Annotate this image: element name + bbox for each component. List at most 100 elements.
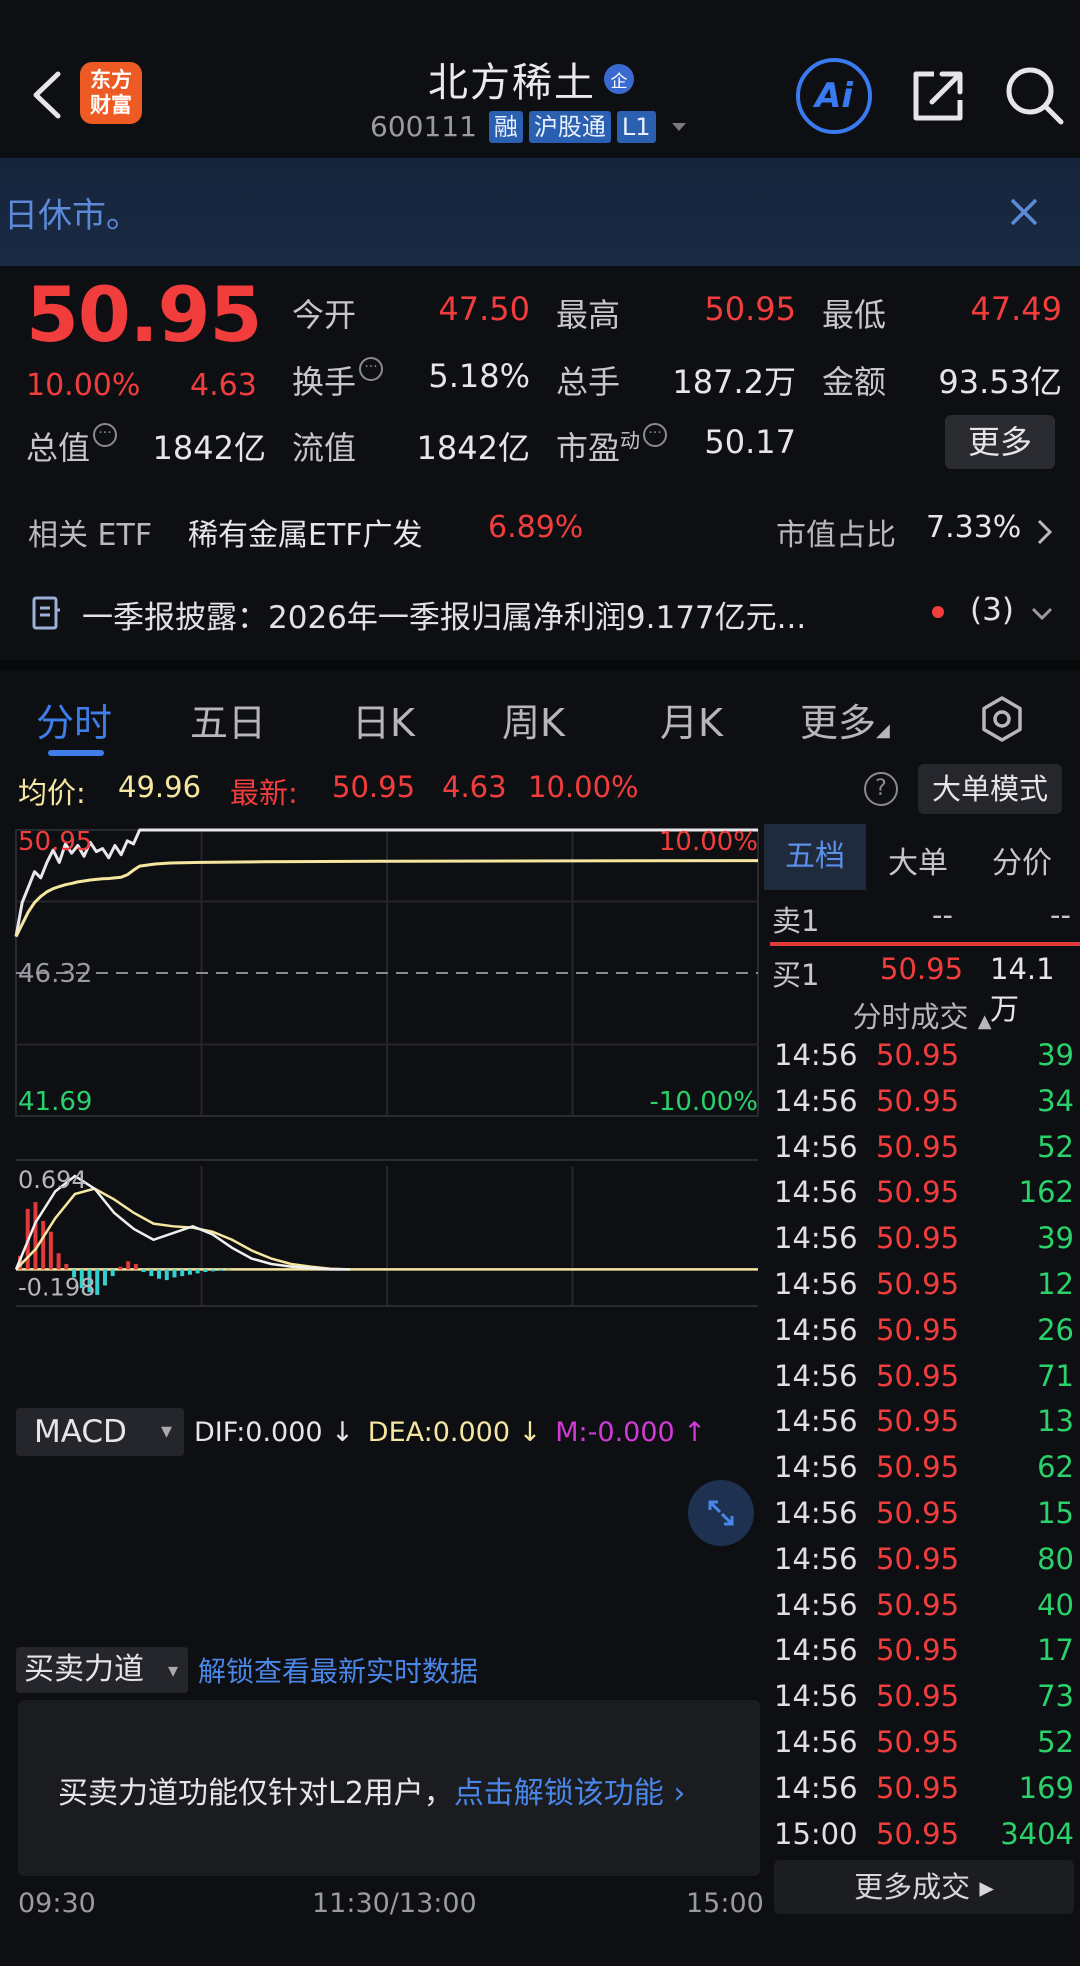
help-icon[interactable]: ? [864, 772, 898, 806]
etf-pct: 6.89% [488, 510, 584, 545]
trade-time: 14:56 [774, 1725, 858, 1759]
trade-row: 14:56 50.95 34 [770, 1084, 1080, 1124]
axis-price-top: 50.95 [18, 827, 92, 857]
buy1-row: 买1 50.95 14.1万 [772, 952, 1078, 1026]
force-unlock-link[interactable]: 点击解锁该功能 › [454, 1776, 686, 1811]
stock-subtitle[interactable]: 600111 融 沪股通 L1 [370, 110, 686, 143]
trade-price: 50.95 [876, 1267, 960, 1301]
tab-level5[interactable]: 五档 [764, 824, 866, 890]
avg-value: 49.96 [118, 770, 202, 804]
trade-row: 14:56 50.95 15 [770, 1496, 1080, 1536]
stat-label-low: 最低 [822, 296, 887, 334]
etf-share-value: 7.33% [926, 510, 1022, 545]
enterprise-badge-icon: 企 [604, 64, 634, 94]
trade-volume: 73 [1037, 1679, 1074, 1714]
trade-price: 50.95 [876, 1358, 960, 1393]
stat-label-high: 最高 [556, 296, 621, 334]
tag-connect: 沪股通 [528, 110, 611, 143]
trade-volume: 3404 [1000, 1816, 1074, 1851]
orderbook-panel: 五档 大单 分价 卖1 -- -- 买1 50.95 14.1万 分时成交 ▲ … [764, 824, 1080, 1924]
trade-time: 14:56 [774, 1038, 858, 1072]
sell1-row: 卖1 -- -- [772, 898, 1078, 942]
related-etf-row[interactable]: 相关 ETF 稀有金属ETF广发 6.89% 市值占比 7.33% [28, 510, 1058, 554]
trade-volume: 169 [1018, 1770, 1074, 1805]
ai-button[interactable]: Ai [796, 58, 872, 134]
stat-label-turnover-text: 换手 [292, 363, 357, 401]
trade-row: 14:56 50.95 162 [770, 1175, 1080, 1215]
app-logo[interactable]: 东方 财富 [80, 62, 142, 124]
tab-more[interactable]: 更多◢ [800, 692, 890, 747]
trade-row: 14:56 50.95 17 [770, 1633, 1080, 1673]
stat-label-pe: 市盈动 ··· [556, 423, 668, 469]
trade-row: 14:56 50.95 73 [770, 1679, 1080, 1719]
more-trades-button[interactable]: 更多成交 ▸ [774, 1860, 1074, 1914]
trade-price: 50.95 [876, 1083, 960, 1118]
tab-big-orders[interactable]: 大单 [888, 838, 948, 882]
trade-volume: 13 [1037, 1404, 1074, 1439]
trade-time: 14:56 [774, 1083, 858, 1118]
back-icon[interactable] [28, 70, 68, 120]
trade-time: 14:56 [774, 1450, 858, 1485]
trade-time: 14:56 [774, 1358, 858, 1393]
sell1-price: -- [932, 898, 953, 932]
stat-value-mktcap: 1842亿 [152, 429, 266, 467]
trade-row: 14:56 50.95 39 [770, 1221, 1080, 1261]
logo-text-2: 财富 [90, 93, 132, 117]
macd-dif: DIF:0.000 ↓ [194, 1416, 354, 1448]
trade-price: 50.95 [876, 1770, 960, 1805]
tab-active-indicator [48, 750, 104, 756]
tab-price-dist[interactable]: 分价 [992, 838, 1052, 882]
big-order-mode-button[interactable]: 大单模式 [918, 764, 1062, 814]
avg-label: 均价: [18, 776, 86, 810]
trade-volume: 17 [1037, 1633, 1074, 1668]
trade-time: 14:56 [774, 1679, 858, 1714]
logo-text-1: 东方 [90, 68, 132, 92]
tab-intraday[interactable]: 分时 [36, 692, 112, 747]
time-label-midday: 11:30/13:00 [312, 1888, 477, 1919]
tag-level: L1 [616, 110, 656, 143]
tab-five-day[interactable]: 五日 [190, 692, 266, 747]
trade-volume: 12 [1037, 1267, 1074, 1301]
close-icon[interactable] [1004, 192, 1044, 232]
chevron-down-icon[interactable] [671, 122, 686, 131]
orderbook-tabs: 五档 大单 分价 [764, 824, 1080, 894]
notice-banner[interactable]: 日休市。 [0, 158, 1080, 266]
chevron-right-icon [1037, 519, 1053, 545]
stat-value-amount: 93.53亿 [938, 363, 1062, 401]
trade-row: 14:56 50.95 40 [770, 1588, 1080, 1628]
expand-chart-button[interactable] [688, 1480, 754, 1546]
more-stats-button[interactable]: 更多 [945, 415, 1055, 469]
trade-time: 14:56 [774, 1541, 858, 1576]
tab-monthly-k[interactable]: 月K [660, 692, 723, 747]
stat-label-mktcap: 总值 ··· [26, 423, 118, 469]
chart-tabs: 分时 五日 日K 周K 月K 更多◢ [0, 660, 1080, 760]
tab-weekly-k[interactable]: 周K [502, 692, 565, 747]
report-row[interactable]: 一季报披露：2026年一季报归属净利润9.177亿元... (3) [28, 592, 1058, 636]
stat-value-float: 1842亿 [416, 429, 530, 467]
share-icon[interactable] [908, 66, 968, 126]
trade-row: 14:56 50.95 62 [770, 1450, 1080, 1490]
force-select[interactable]: 买卖力道 [16, 1647, 188, 1693]
expand-icon [708, 1500, 734, 1526]
trade-price: 50.95 [876, 1221, 960, 1256]
info-icon[interactable]: ··· [359, 357, 384, 381]
trade-row: 14:56 50.95 169 [770, 1771, 1080, 1811]
info-icon[interactable]: ··· [93, 423, 118, 447]
trade-time: 14:56 [774, 1267, 858, 1301]
unlock-link[interactable]: 解锁查看最新实时数据 [198, 1650, 478, 1690]
trade-row: 14:56 50.95 39 [770, 1038, 1080, 1078]
force-panel: 买卖力道功能仅针对L2用户，点击解锁该功能 › [18, 1700, 760, 1876]
orderbook-divider [770, 942, 1080, 946]
tab-daily-k[interactable]: 日K [352, 692, 415, 747]
trade-time: 14:56 [774, 1770, 858, 1805]
stat-label-mktcap-text: 总值 [26, 429, 91, 467]
info-icon[interactable]: ··· [643, 423, 668, 447]
search-icon[interactable] [1003, 64, 1065, 126]
trade-row: 14:56 50.95 52 [770, 1130, 1080, 1170]
avg-price-row: 均价: 49.96 最新: 50.95 4.63 10.00% [18, 770, 1068, 814]
trade-row: 14:56 50.95 52 [770, 1725, 1080, 1765]
stat-label-pe-text: 市盈 [556, 429, 621, 467]
gear-icon[interactable] [978, 695, 1026, 743]
trades-header[interactable]: 分时成交 ▲ [764, 994, 1080, 1036]
indicator-select[interactable]: MACD [16, 1408, 184, 1456]
